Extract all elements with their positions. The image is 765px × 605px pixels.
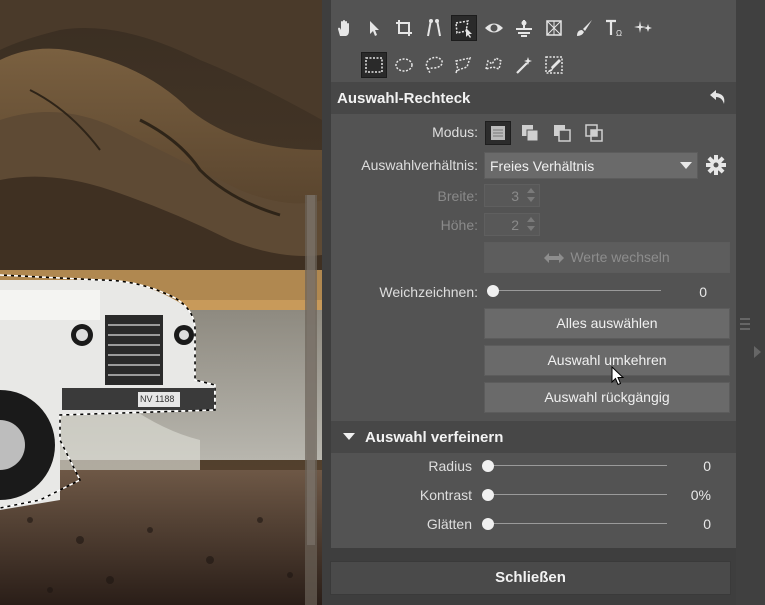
height-label: Höhe: xyxy=(440,217,478,233)
contrast-label: Kontrast xyxy=(419,487,472,503)
smooth-value: 0 xyxy=(703,516,711,532)
smooth-slider[interactable] xyxy=(482,518,667,530)
mouse-cursor-icon xyxy=(611,365,625,389)
mode-label: Modus: xyxy=(432,124,478,140)
reset-icon[interactable] xyxy=(708,87,728,110)
contrast-value: 0% xyxy=(690,487,711,503)
mode-new-selection-icon[interactable] xyxy=(485,121,511,145)
width-stepper[interactable]: 3 xyxy=(484,184,540,207)
chevron-down-icon xyxy=(680,162,692,169)
spinner-icon xyxy=(527,217,535,235)
ratio-dropdown[interactable]: Freies Verhältnis xyxy=(484,152,698,179)
spinner-icon xyxy=(527,188,535,206)
expand-arrow-icon[interactable] xyxy=(754,346,761,358)
magic-wand-icon[interactable] xyxy=(511,52,537,78)
level-tool-icon[interactable] xyxy=(511,15,537,41)
radius-value: 0 xyxy=(703,458,711,474)
height-value: 2 xyxy=(511,217,519,233)
radius-slider[interactable] xyxy=(482,460,667,472)
svg-text:Ω: Ω xyxy=(616,29,622,38)
ratio-value: Freies Verhältnis xyxy=(490,158,595,174)
radius-label: Radius xyxy=(428,458,472,474)
ratio-label: Auswahlverhältnis: xyxy=(361,157,478,173)
close-button[interactable]: Schließen xyxy=(330,561,731,595)
contrast-slider[interactable] xyxy=(482,489,667,501)
invert-selection-button[interactable]: Auswahl umkehren xyxy=(484,345,730,376)
photo-canvas[interactable]: NV 1188 xyxy=(0,0,322,605)
swap-values-button[interactable]: Werte wechseln xyxy=(484,242,730,273)
section-header-refine[interactable]: Auswahl verfeinern xyxy=(331,421,736,453)
slider-knob[interactable] xyxy=(482,460,494,472)
undo-selection-button[interactable]: Auswahl rückgängig xyxy=(484,382,730,413)
ellipse-select-icon[interactable] xyxy=(391,52,417,78)
text-tool-icon[interactable]: Ω xyxy=(601,15,627,41)
crop-tool-icon[interactable] xyxy=(391,15,417,41)
gear-icon[interactable] xyxy=(705,154,727,179)
smooth-label: Glätten xyxy=(426,516,472,532)
section-title: Auswahl-Rechteck xyxy=(337,90,471,107)
slider-knob[interactable] xyxy=(482,489,494,501)
pointer-tool-icon[interactable] xyxy=(361,15,387,41)
landscape-photo xyxy=(0,0,322,605)
license-plate-text: NV 1188 xyxy=(140,394,175,404)
polygon-lasso-icon[interactable] xyxy=(451,52,477,78)
tool-panel: Ω Auswahl-Rechteck Modus: Auswahlverhält… xyxy=(322,0,765,605)
width-label: Breite: xyxy=(437,188,478,204)
selection-brush-icon[interactable] xyxy=(541,52,567,78)
feather-slider[interactable] xyxy=(487,285,661,297)
eye-tool-icon[interactable] xyxy=(481,15,507,41)
perspective-tool-icon[interactable] xyxy=(421,15,447,41)
mode-intersect-selection-icon[interactable] xyxy=(581,121,607,145)
height-stepper[interactable]: 2 xyxy=(484,213,540,236)
mode-add-selection-icon[interactable] xyxy=(517,121,543,145)
magnetic-lasso-icon[interactable] xyxy=(481,52,507,78)
resize-grip-icon[interactable] xyxy=(740,318,750,332)
slider-knob[interactable] xyxy=(482,518,494,530)
mode-subtract-selection-icon[interactable] xyxy=(549,121,575,145)
collapse-arrow-icon[interactable] xyxy=(343,433,355,440)
swap-arrows-icon xyxy=(544,244,565,273)
transform-tool-icon[interactable] xyxy=(541,15,567,41)
section-title: Auswahl verfeinern xyxy=(365,429,504,446)
slider-knob[interactable] xyxy=(487,285,499,297)
panel-side-strip xyxy=(736,0,765,605)
feather-label: Weichzeichnen: xyxy=(379,284,478,300)
selection-tool-icon[interactable] xyxy=(451,15,477,41)
effects-tool-icon[interactable] xyxy=(631,15,657,41)
section-header-rectangle: Auswahl-Rechteck xyxy=(331,82,736,114)
hand-tool-icon[interactable] xyxy=(331,15,357,41)
swap-values-label: Werte wechseln xyxy=(570,249,670,265)
select-all-button[interactable]: Alles auswählen xyxy=(484,308,730,339)
feather-value: 0 xyxy=(699,284,707,300)
width-value: 3 xyxy=(511,188,519,204)
brush-tool-icon[interactable] xyxy=(571,15,597,41)
rectangle-select-icon[interactable] xyxy=(361,52,387,78)
lasso-select-icon[interactable] xyxy=(421,52,447,78)
